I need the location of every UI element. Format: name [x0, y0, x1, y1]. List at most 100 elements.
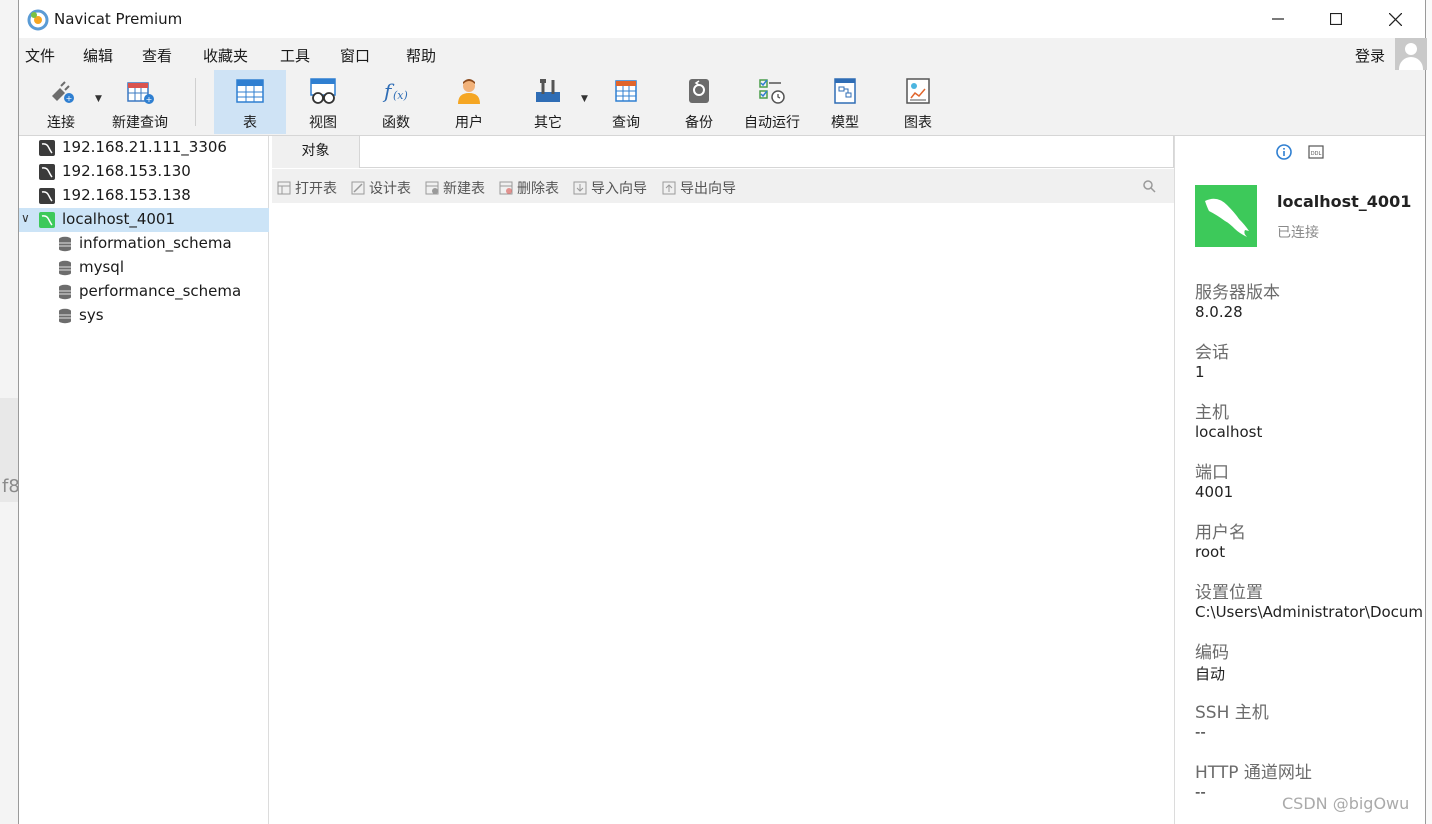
maximize-button[interactable] — [1307, 0, 1365, 38]
delete-table-button[interactable]: 删除表 — [499, 178, 559, 198]
prop-value-http-tunnel: -- — [1195, 783, 1206, 801]
tree-connection-selected[interactable]: ∨ localhost_4001 — [19, 208, 269, 232]
tree-connection[interactable]: 192.168.153.138 — [19, 184, 269, 208]
database-icon — [59, 284, 71, 300]
main-toolbar: + 连接 ▼ + 新建查询 表 视图 f (x) 函数 用户 其它 ▼ 查询 备… — [19, 70, 1425, 136]
database-icon — [59, 260, 71, 276]
title-bar: Navicat Premium — [19, 0, 1425, 38]
menu-tools[interactable]: 工具 — [280, 45, 310, 66]
connect-label: 连接 — [47, 115, 75, 131]
prop-value-ssh-host: -- — [1195, 723, 1206, 741]
connection-label: localhost_4001 — [62, 210, 176, 228]
import-wizard-icon — [573, 181, 587, 195]
menu-edit[interactable]: 编辑 — [83, 45, 113, 66]
export-wizard-icon — [662, 181, 676, 195]
user-button[interactable]: 用户 — [433, 70, 505, 134]
minimize-button[interactable] — [1249, 0, 1307, 38]
view-icon — [310, 78, 336, 104]
svg-text:+: + — [146, 95, 153, 104]
table-button[interactable]: 表 — [214, 70, 286, 134]
close-button[interactable] — [1366, 0, 1424, 38]
menu-help[interactable]: 帮助 — [406, 45, 436, 66]
prop-label-port: 端口 — [1195, 463, 1229, 483]
new-query-label: 新建查询 — [112, 115, 168, 131]
info-icon[interactable] — [1276, 144, 1292, 160]
menu-window[interactable]: 窗口 — [340, 45, 370, 66]
avatar[interactable] — [1395, 38, 1427, 70]
prop-label-encoding: 编码 — [1195, 643, 1229, 663]
info-panel: DDL localhost_4001 已连接 服务器版本 8.0.28 会话 1… — [1174, 136, 1425, 824]
tools-icon — [536, 79, 560, 102]
maximize-icon — [1330, 13, 1342, 25]
menu-view[interactable]: 查看 — [142, 45, 172, 66]
backup-label: 备份 — [685, 115, 713, 131]
connect-button[interactable]: + 连接 — [25, 70, 97, 134]
table-icon — [236, 79, 264, 103]
backup-icon — [689, 79, 709, 103]
objects-pane: 对象 打开表 设计表 新建表 删除表 导入向导 导出向导 — [272, 136, 1174, 824]
prop-label-host: 主机 — [1195, 403, 1229, 423]
background-window-edge: f8 — [0, 0, 20, 824]
navicat-window: Navicat Premium 文件 编辑 查看 收藏夹 工具 窗口 帮助 登录 — [18, 0, 1427, 824]
ddl-icon[interactable]: DDL — [1308, 144, 1324, 160]
background-right-edge — [1426, 0, 1432, 824]
tree-database[interactable]: sys — [19, 304, 269, 328]
prop-value-settings-location: C:\Users\Administrator\Docum — [1195, 603, 1424, 621]
tree-database[interactable]: mysql — [19, 256, 269, 280]
login-link[interactable]: 登录 — [1355, 45, 1385, 66]
function-button[interactable]: f (x) 函数 — [360, 70, 432, 134]
others-dropdown-arrow[interactable]: ▼ — [581, 94, 588, 104]
mysql-connection-icon — [39, 188, 55, 204]
tree-database[interactable]: information_schema — [19, 232, 269, 256]
window-title: Navicat Premium — [54, 10, 183, 28]
svg-text:DDL: DDL — [1311, 151, 1322, 157]
prop-value-encoding: 自动 — [1195, 665, 1226, 683]
design-table-label: 设计表 — [369, 181, 411, 197]
model-label: 模型 — [831, 115, 859, 131]
new-table-label: 新建表 — [443, 181, 485, 197]
table-label: 表 — [243, 115, 257, 131]
menu-file[interactable]: 文件 — [25, 45, 55, 66]
new-query-button[interactable]: + 新建查询 — [105, 70, 175, 134]
prop-label-server-version: 服务器版本 — [1195, 283, 1280, 303]
chevron-down-icon[interactable]: ∨ — [21, 211, 30, 225]
design-table-icon — [351, 181, 365, 195]
tree-connection[interactable]: 192.168.21.111_3306 — [19, 136, 269, 160]
schedule-icon — [759, 79, 785, 104]
auto-run-button[interactable]: 自动运行 — [735, 70, 809, 134]
prop-value-server-version: 8.0.28 — [1195, 303, 1243, 321]
prop-value-sessions: 1 — [1195, 363, 1205, 381]
design-table-button[interactable]: 设计表 — [351, 178, 411, 198]
mysql-connection-icon — [39, 164, 55, 180]
others-button[interactable]: 其它 — [512, 70, 584, 134]
chart-button[interactable]: 图表 — [882, 70, 954, 134]
model-icon — [834, 78, 856, 104]
view-button[interactable]: 视图 — [287, 70, 359, 134]
new-query-icon: + — [127, 82, 154, 104]
prop-label-sessions: 会话 — [1195, 343, 1229, 363]
tree-database[interactable]: performance_schema — [19, 280, 269, 304]
delete-table-label: 删除表 — [517, 181, 559, 197]
open-table-button[interactable]: 打开表 — [277, 178, 337, 198]
connect-dropdown-arrow[interactable]: ▼ — [95, 94, 102, 104]
menu-favorites[interactable]: 收藏夹 — [203, 45, 248, 66]
search-icon[interactable] — [1142, 179, 1156, 193]
tab-strip: 对象 — [272, 136, 1174, 168]
new-table-button[interactable]: 新建表 — [425, 178, 485, 198]
tab-objects[interactable]: 对象 — [272, 136, 360, 168]
backup-button[interactable]: 备份 — [663, 70, 735, 134]
import-wizard-button[interactable]: 导入向导 — [573, 178, 647, 198]
database-label: sys — [79, 306, 104, 324]
delete-table-icon — [499, 181, 513, 195]
mysql-connection-icon — [39, 140, 55, 156]
tab-strip-empty — [360, 136, 1174, 167]
query-button[interactable]: 查询 — [590, 70, 662, 134]
export-wizard-button[interactable]: 导出向导 — [662, 178, 736, 198]
database-icon — [59, 236, 71, 252]
tree-connection[interactable]: 192.168.153.130 — [19, 160, 269, 184]
model-button[interactable]: 模型 — [809, 70, 881, 134]
connection-tree: 192.168.21.111_3306 192.168.153.130 192.… — [19, 136, 269, 824]
avatar-body — [1399, 57, 1423, 70]
database-label: performance_schema — [79, 282, 242, 300]
menu-bar: 文件 编辑 查看 收藏夹 工具 窗口 帮助 登录 — [19, 38, 1425, 70]
